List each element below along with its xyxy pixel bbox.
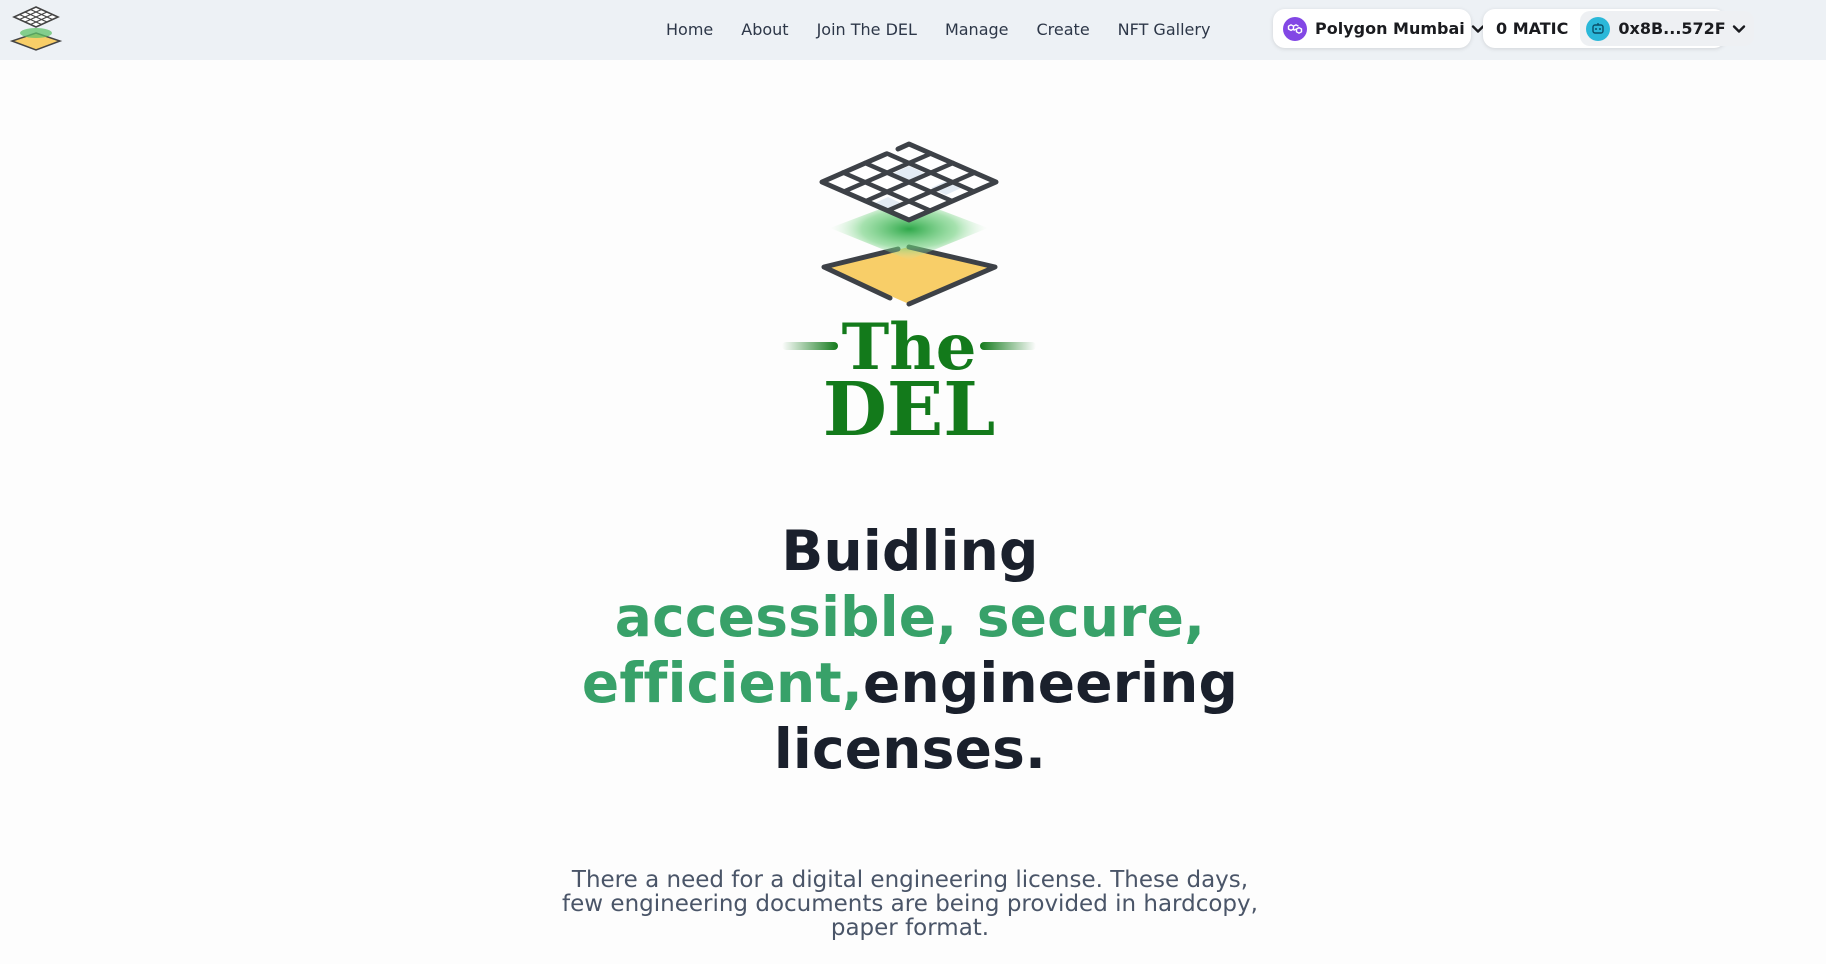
heading-line-1: Buidling bbox=[781, 519, 1039, 583]
avatar-icon bbox=[1586, 16, 1611, 41]
navbar: Home About Join The DEL Manage Create NF… bbox=[0, 0, 1826, 60]
account-button[interactable]: 0 MATIC 0x8B...572F bbox=[1483, 9, 1754, 48]
heading-line-4: licenses. bbox=[773, 717, 1047, 781]
hero-subtext: There a need for a digital engineering l… bbox=[562, 867, 1258, 941]
nav-manage[interactable]: Manage bbox=[931, 20, 1023, 39]
nav-create[interactable]: Create bbox=[1023, 20, 1104, 39]
address-pill[interactable]: 0x8B...572F bbox=[1580, 11, 1754, 46]
heading-line-3-rest: engineering bbox=[862, 651, 1239, 715]
chevron-down-icon bbox=[1732, 24, 1745, 33]
heading-line-3: efficient,engineering bbox=[560, 650, 1260, 716]
heading-line-3-accent: efficient, bbox=[581, 651, 863, 715]
the-del-hero-logo: The DEL bbox=[782, 141, 1036, 448]
hero-heading: Buidling accessible, secure, efficient,e… bbox=[560, 518, 1260, 782]
nav-links: Home About Join The DEL Manage Create NF… bbox=[652, 0, 1224, 58]
network-selector-button[interactable]: Polygon Mumbai bbox=[1273, 9, 1484, 48]
network-label: Polygon Mumbai bbox=[1315, 19, 1465, 38]
nav-about[interactable]: About bbox=[727, 20, 802, 39]
nav-nft-gallery[interactable]: NFT Gallery bbox=[1104, 20, 1225, 39]
account-address: 0x8B...572F bbox=[1618, 19, 1726, 38]
nav-home[interactable]: Home bbox=[652, 20, 727, 39]
del-logo-icon[interactable] bbox=[8, 3, 64, 55]
polygon-icon bbox=[1283, 16, 1307, 41]
heading-line-2-accent: accessible, secure, bbox=[614, 585, 1206, 649]
balance-label: 0 MATIC bbox=[1496, 19, 1569, 38]
logo-text-del: DEL bbox=[823, 367, 996, 448]
nav-join-the-del[interactable]: Join The DEL bbox=[803, 20, 931, 39]
